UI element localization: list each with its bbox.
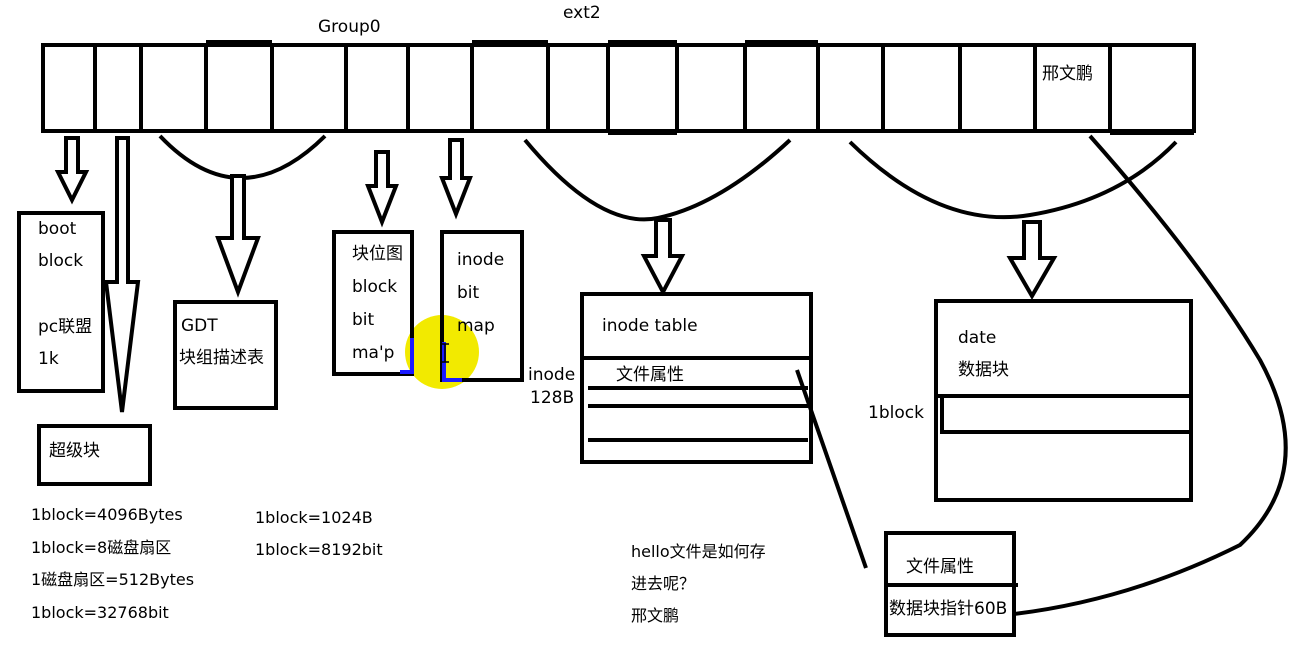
strip-author-label: 邢文鹏 [1042, 64, 1093, 84]
file-attr-pointer: 数据块指针60B [889, 599, 1008, 619]
inode-bitmap-line: inode [457, 250, 505, 270]
boot-block-line: boot [38, 219, 77, 239]
inode-bitmap-line: map [457, 316, 495, 336]
block-bitmap-line: ma'p [352, 343, 395, 363]
diagram-title: ext2 [563, 3, 601, 23]
note-line: 1block=1024B [255, 508, 373, 527]
inode-bitmap-line: bit [457, 283, 480, 303]
structure-boxes [17, 211, 1193, 637]
data-block-row-label: 1block [868, 403, 924, 423]
file-attr-title: 文件属性 [906, 557, 974, 577]
block-bitmap-line: 块位图 [352, 244, 403, 264]
inode-size-label: inode [528, 365, 576, 385]
note-line: 1磁盘扇区=512Bytes [31, 570, 195, 589]
question-line: hello文件是如何存 [631, 542, 766, 561]
boot-block-line: pc联盟 [38, 317, 93, 337]
block-group-strip [41, 40, 1196, 135]
question-line: 邢文鹏 [631, 606, 680, 625]
super-block-label: 超级块 [49, 441, 100, 461]
gdt-label: GDT [181, 316, 218, 336]
block-bitmap-line: block [352, 277, 398, 297]
group-label: Group0 [318, 17, 381, 37]
note-line: 1block=4096Bytes [31, 505, 183, 524]
inode-table-row-label: 文件属性 [616, 365, 684, 385]
data-block-subtitle: 数据块 [958, 360, 1009, 380]
block-bitmap-line: bit [352, 310, 375, 330]
inode-size-value: 128B [530, 388, 575, 408]
note-line: 1block=32768bit [31, 603, 169, 622]
note-line: 1block=8192bit [255, 540, 383, 559]
boot-block-line: 1k [38, 349, 59, 369]
gdt-desc-label: 块组描述表 [179, 348, 264, 368]
note-line: 1block=8磁盘扇区 [31, 538, 172, 557]
boot-block-line: block [38, 251, 84, 271]
question-line: 进去呢？ [631, 574, 696, 593]
inode-table-title: inode table [602, 316, 698, 336]
data-block-title: date [958, 328, 997, 348]
